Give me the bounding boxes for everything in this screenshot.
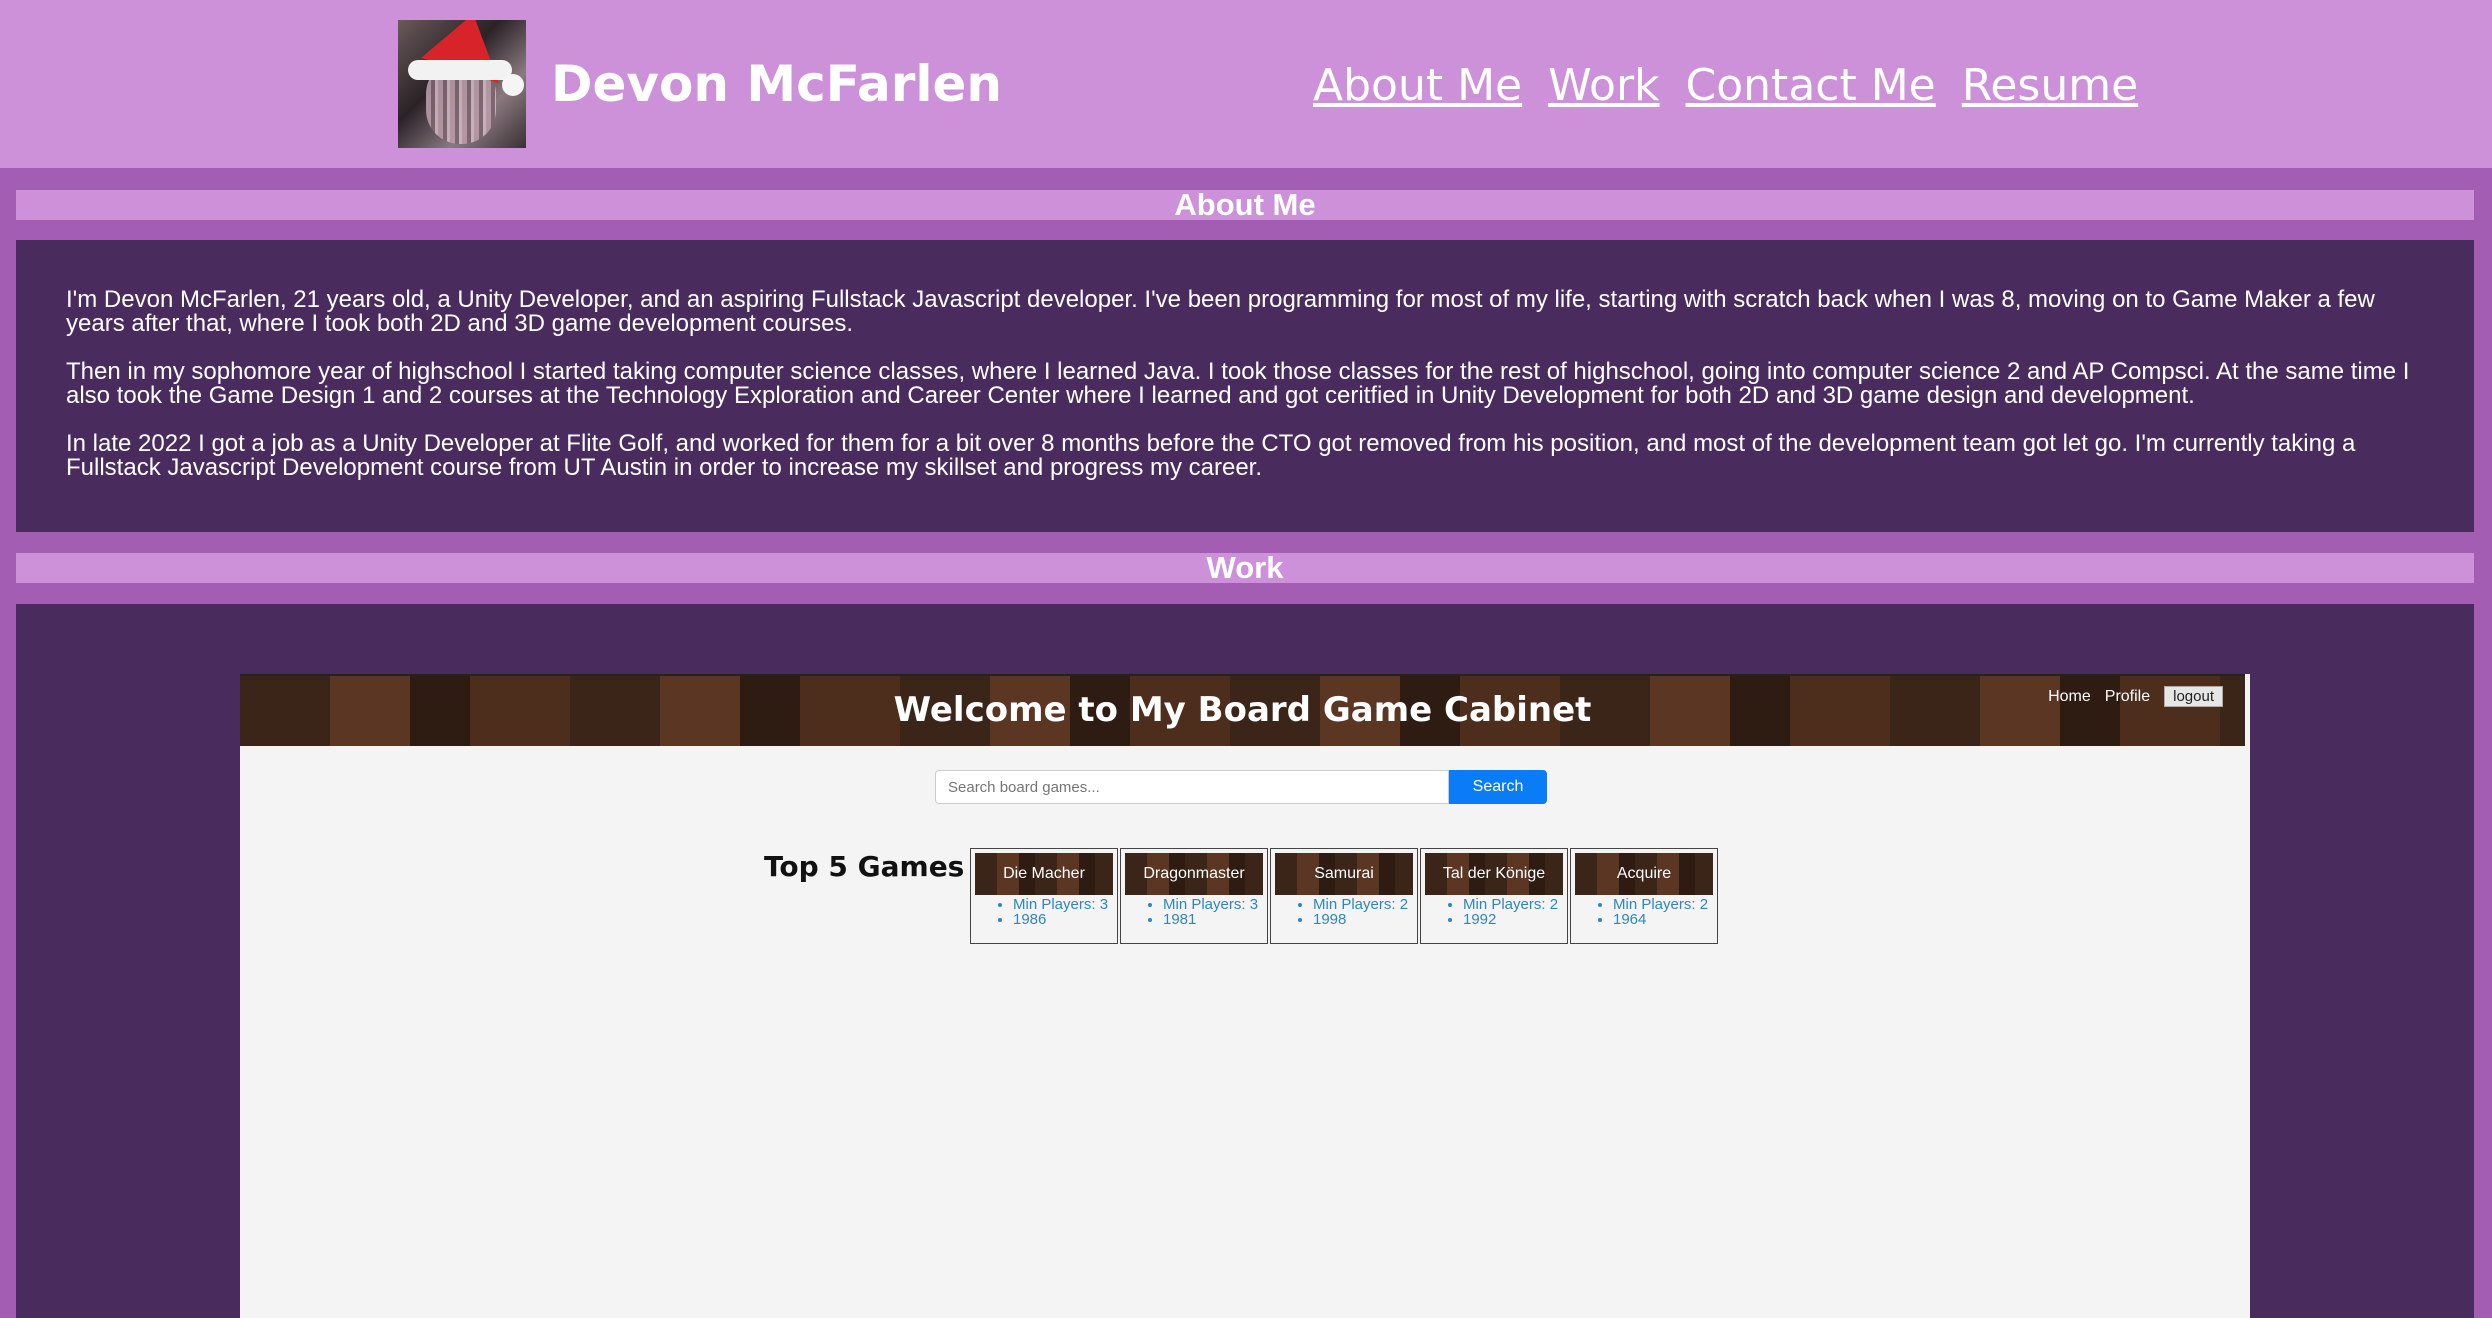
game-card-title: Acquire: [1575, 853, 1713, 895]
game-card[interactable]: Acquire Min Players: 21964: [1570, 848, 1718, 944]
game-card[interactable]: Die Macher Min Players: 31986: [970, 848, 1118, 944]
nav-link-about-me[interactable]: About Me: [1313, 56, 1522, 116]
game-min-players: Min Players: 3: [1013, 897, 1117, 912]
project-header: Welcome to My Board Game Cabinet Home Pr…: [240, 674, 2245, 746]
project-title: Welcome to My Board Game Cabinet: [893, 690, 1592, 730]
game-year: 1986: [1013, 912, 1117, 927]
about-paragraph: Then in my sophomore year of highschool …: [66, 358, 2410, 409]
about-paragraph: I'm Devon McFarlen, 21 years old, a Unit…: [66, 286, 2375, 337]
game-year: 1964: [1613, 912, 1717, 927]
game-year: 1981: [1163, 912, 1267, 927]
work-section: Welcome to My Board Game Cabinet Home Pr…: [16, 604, 2474, 1318]
project-nav: Home Profile logout: [2048, 686, 2223, 707]
game-min-players: Min Players: 2: [1613, 897, 1717, 912]
main-nav: About Me Work Contact Me Resume: [1313, 56, 2138, 116]
about-paragraph: In late 2022 I got a job as a Unity Deve…: [66, 430, 2356, 481]
game-card[interactable]: Dragonmaster Min Players: 31981: [1120, 848, 1268, 944]
game-card-title: Tal der Könige: [1425, 853, 1563, 895]
search-input[interactable]: [935, 770, 1449, 804]
project-nav-profile[interactable]: Profile: [2105, 688, 2150, 706]
site-header: Devon McFarlen About Me Work Contact Me …: [0, 0, 2492, 168]
top-games-list: Die Macher Min Players: 31986 Dragonmast…: [970, 848, 1720, 944]
game-min-players: Min Players: 2: [1463, 897, 1567, 912]
project-logout-button[interactable]: logout: [2164, 686, 2223, 707]
project-screenshot[interactable]: Welcome to My Board Game Cabinet Home Pr…: [240, 674, 2250, 1318]
project-nav-home[interactable]: Home: [2048, 688, 2091, 706]
game-min-players: Min Players: 2: [1313, 897, 1417, 912]
game-card-title: Dragonmaster: [1125, 853, 1263, 895]
site-name: Devon McFarlen: [551, 55, 1003, 113]
game-year: 1998: [1313, 912, 1417, 927]
game-card[interactable]: Samurai Min Players: 21998: [1270, 848, 1418, 944]
santa-hat-rim: [408, 60, 512, 80]
nav-link-resume[interactable]: Resume: [1962, 56, 2138, 116]
game-card-title: Die Macher: [975, 853, 1113, 895]
avatar: [398, 20, 526, 148]
game-card[interactable]: Tal der Könige Min Players: 21992: [1420, 848, 1568, 944]
top-games-heading: Top 5 Games: [764, 850, 965, 883]
game-card-title: Samurai: [1275, 853, 1413, 895]
game-year: 1992: [1463, 912, 1567, 927]
search-button[interactable]: Search: [1449, 770, 1547, 804]
nav-link-contact-me[interactable]: Contact Me: [1686, 56, 1936, 116]
about-section: I'm Devon McFarlen, 21 years old, a Unit…: [16, 240, 2474, 532]
work-heading: Work: [16, 552, 2474, 583]
santa-hat-pompom: [502, 74, 524, 96]
nav-link-work[interactable]: Work: [1548, 56, 1659, 116]
game-min-players: Min Players: 3: [1163, 897, 1267, 912]
about-heading: About Me: [16, 189, 2474, 220]
